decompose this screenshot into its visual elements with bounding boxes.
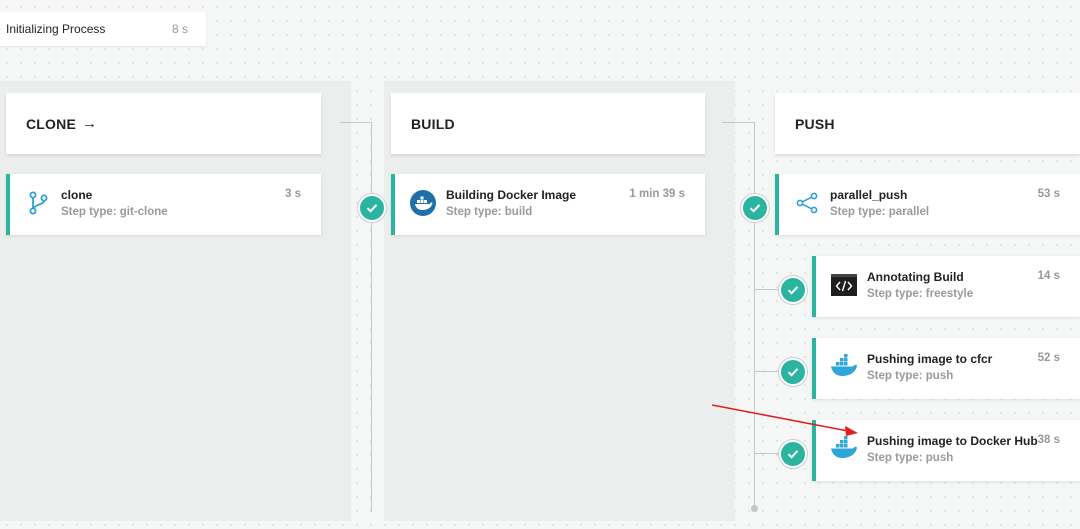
annotation-arrow-icon <box>711 404 858 436</box>
